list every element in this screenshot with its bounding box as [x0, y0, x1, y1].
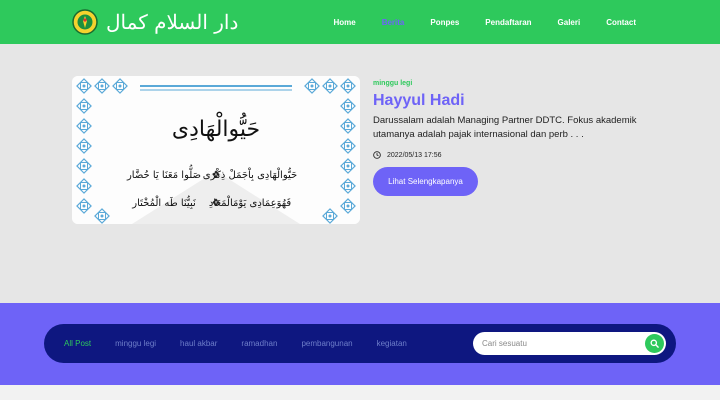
post-date-text: 2022/05/13 17:56: [387, 151, 442, 159]
post-thumbnail[interactable]: حَيُّوالْهَادِى حَيُّوالْهَادِى بِاْجَمَ…: [72, 76, 360, 224]
post-excerpt: Darussalam adalah Managing Partner DDTC.…: [373, 115, 637, 140]
post-details: minggu legi Hayyul Hadi Darussalam adala…: [373, 80, 653, 159]
clock-icon: [373, 151, 381, 159]
filter-minggu-legi[interactable]: minggu legi: [115, 339, 156, 348]
main-nav: Home Berita Ponpes Pendaftaran Galeri Co…: [307, 0, 636, 44]
category-filters: All Post minggu legi haul akbar ramadhan…: [64, 324, 431, 363]
post-category[interactable]: minggu legi: [373, 80, 653, 87]
filter-haul-akbar[interactable]: haul akbar: [180, 339, 217, 348]
navbar: دار السلام كمال Home Berita Ponpes Penda…: [0, 0, 720, 44]
page-bottom-strip: [0, 385, 720, 400]
image-line2-left: نَبِيُّنَا طَه الْمُخْتَار: [131, 195, 196, 210]
brand-logo-text: دار السلام كمال: [106, 10, 239, 34]
search-input[interactable]: [482, 332, 642, 355]
search-icon: [650, 339, 659, 348]
category-filter-bar: All Post minggu legi haul akbar ramadhan…: [44, 324, 676, 363]
nav-contact[interactable]: Contact: [606, 18, 636, 27]
filter-ramadhan[interactable]: ramadhan: [241, 339, 277, 348]
post-date: 2022/05/13 17:56: [373, 151, 653, 159]
search-box: [473, 332, 666, 355]
read-more-button[interactable]: Lihat Selengkapanya: [373, 167, 478, 196]
emblem-icon: [72, 9, 98, 35]
post-title[interactable]: Hayyul Hadi: [373, 92, 653, 110]
filter-kegiatan[interactable]: kegiatan: [377, 339, 407, 348]
post-thumbnail-art: حَيُّوالْهَادِى حَيُّوالْهَادِى بِاْجَمَ…: [72, 76, 360, 224]
brand-logo[interactable]: دار السلام كمال: [72, 8, 238, 36]
filter-pembangunan[interactable]: pembangunan: [301, 339, 352, 348]
search-button[interactable]: [645, 334, 664, 353]
nav-home[interactable]: Home: [333, 18, 355, 27]
filter-all-post[interactable]: All Post: [64, 339, 91, 348]
nav-berita[interactable]: Berita: [382, 18, 405, 27]
nav-ponpes[interactable]: Ponpes: [430, 18, 459, 27]
nav-pendaftaran[interactable]: Pendaftaran: [485, 18, 531, 27]
nav-galeri[interactable]: Galeri: [558, 18, 581, 27]
image-separator: ❖: [212, 198, 221, 209]
image-separator: ❖: [212, 170, 221, 181]
